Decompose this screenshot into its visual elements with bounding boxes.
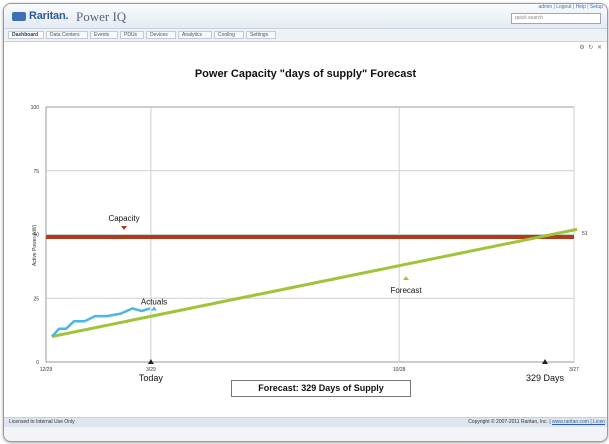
tab-events[interactable]: Events xyxy=(90,31,118,39)
header-bar: Raritan. Power IQ admin | Logout | Help … xyxy=(4,4,607,29)
settings-icon[interactable]: ⚙ xyxy=(579,45,585,51)
actuals-label: Actuals xyxy=(141,298,167,307)
x-tick-label: 12/29 xyxy=(40,367,53,373)
forecast-chart: 100755025012/29 3/29 10/28 3/27CapacityActu… xyxy=(31,105,588,383)
y-tick-label: 75 xyxy=(33,169,39,175)
tab-dashboard[interactable]: Dashboard xyxy=(8,31,44,39)
tab-devices[interactable]: Devices xyxy=(146,31,176,39)
y-tick-label: 25 xyxy=(33,296,39,302)
x-tick-label: 10/28 xyxy=(393,367,406,373)
license-text: Licensed to Internal Use Only xyxy=(9,419,75,425)
refresh-icon[interactable]: ↻ xyxy=(588,45,594,51)
close-icon[interactable]: ✕ xyxy=(597,45,603,51)
footer-bar: Licensed to Internal Use Only Copyright … xyxy=(4,417,607,427)
forecast-summary-box: Forecast: 329 Days of Supply xyxy=(231,380,411,397)
product-name: Power IQ xyxy=(76,9,127,24)
tab-analytics[interactable]: Analytics xyxy=(178,31,212,39)
today-label: Today xyxy=(139,373,164,383)
user-links[interactable]: admin | Logout | Help | Setup xyxy=(539,4,604,10)
capacity-label: Capacity xyxy=(108,214,139,223)
days-label: 329 Days xyxy=(526,373,565,383)
brand-logo[interactable]: Raritan. xyxy=(12,10,69,22)
forecast-label: Forecast xyxy=(390,286,422,295)
raritan-website-link[interactable]: www.raritan.com | Licen xyxy=(552,419,605,425)
tab-data-centers[interactable]: Data Centers xyxy=(46,31,88,39)
portlet-controls: ⚙ ↻ ✕ xyxy=(579,44,603,51)
tab-cooling[interactable]: Cooling xyxy=(214,31,244,39)
right-axis-value: 51 xyxy=(582,231,588,237)
main-nav-tabs: Dashboard Data Centers Events PDUs Devic… xyxy=(4,29,607,42)
app-window: Raritan. Power IQ admin | Logout | Help … xyxy=(3,3,608,442)
y-tick-label: 0 xyxy=(36,360,39,366)
y-axis-label: Active Power (kW) xyxy=(32,224,38,266)
quick-search-input[interactable]: quick search xyxy=(511,13,601,24)
y-tick-label: 100 xyxy=(31,105,40,111)
raritan-logo-icon xyxy=(12,11,26,21)
copyright-label: Copyright © 2007-2011 Raritan, Inc. | xyxy=(468,419,551,425)
tab-settings[interactable]: Settings xyxy=(246,31,276,39)
chart-title: Power Capacity "days of supply" Forecast xyxy=(194,68,417,80)
brand-name: Raritan. xyxy=(29,10,69,22)
copyright-text: Copyright © 2007-2011 Raritan, Inc. | ww… xyxy=(468,419,605,425)
tab-pdus[interactable]: PDUs xyxy=(120,31,144,39)
x-tick-label: 3/27 xyxy=(569,367,579,373)
bottom-strip xyxy=(4,427,607,441)
